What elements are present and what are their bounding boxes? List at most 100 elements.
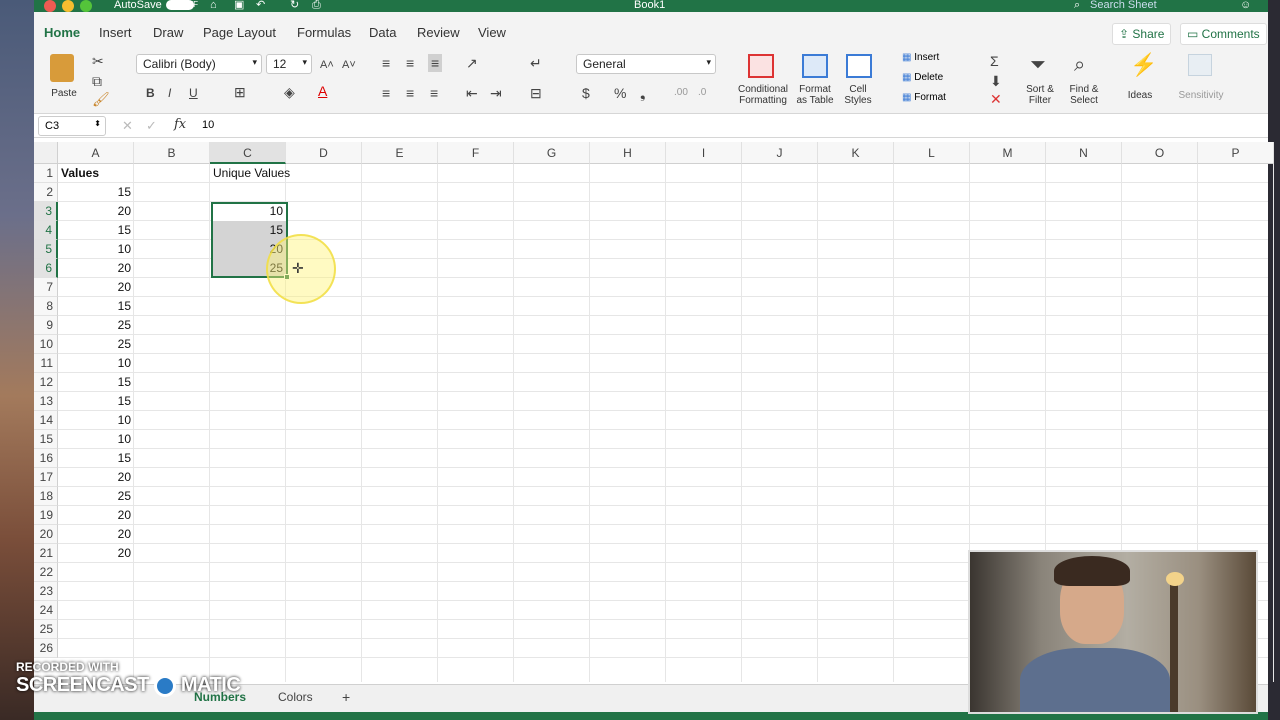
row-header-25[interactable]: 25 — [34, 620, 58, 639]
row-header-13[interactable]: 13 — [34, 392, 58, 411]
column-header-o[interactable]: O — [1122, 142, 1198, 164]
cell-a14[interactable]: 10 — [58, 411, 134, 430]
cell-a8[interactable]: 15 — [58, 297, 134, 316]
sensitivity-button[interactable]: Sensitivity — [1174, 52, 1228, 110]
cell-a11[interactable]: 10 — [58, 354, 134, 373]
column-header-e[interactable]: E — [362, 142, 438, 164]
row-header-24[interactable]: 24 — [34, 601, 58, 620]
row-header-22[interactable]: 22 — [34, 563, 58, 582]
row-header-17[interactable]: 17 — [34, 468, 58, 487]
copy-icon[interactable]: ⧉ — [92, 74, 102, 88]
add-sheet-button[interactable]: + — [342, 689, 350, 705]
tab-formulas[interactable]: Formulas — [297, 25, 351, 40]
fill-color-icon[interactable]: ◈ — [284, 85, 295, 99]
column-header-g[interactable]: G — [514, 142, 590, 164]
autosum-icon[interactable]: Σ — [990, 54, 999, 68]
save-icon[interactable]: ▣ — [234, 0, 244, 12]
find-select-button[interactable]: ⌕ Find & Select — [1064, 52, 1104, 110]
row-header-11[interactable]: 11 — [34, 354, 58, 373]
column-header-p[interactable]: P — [1198, 142, 1274, 164]
font-color-icon[interactable]: A — [318, 84, 327, 98]
column-header-a[interactable]: A — [58, 142, 134, 164]
tab-insert[interactable]: Insert — [99, 25, 132, 40]
cell-a9[interactable]: 25 — [58, 316, 134, 335]
bold-icon[interactable]: B — [146, 86, 155, 100]
percent-icon[interactable]: % — [614, 86, 626, 100]
row-header-21[interactable]: 21 — [34, 544, 58, 563]
cell-a4[interactable]: 15 — [58, 221, 134, 240]
cut-icon[interactable]: ✂ — [92, 54, 104, 68]
cell-c1[interactable]: Unique Values — [210, 164, 290, 183]
align-left-icon[interactable]: ≡ — [382, 86, 390, 100]
decrease-indent-icon[interactable]: ⇤ — [466, 86, 478, 100]
tab-home[interactable]: Home — [41, 25, 83, 50]
name-box[interactable]: C3 ⬍ — [38, 116, 106, 136]
align-right-icon[interactable]: ≡ — [430, 86, 438, 100]
merge-center-icon[interactable]: ⊟ — [530, 86, 542, 100]
cell-a7[interactable]: 20 — [58, 278, 134, 297]
align-middle-icon[interactable]: ≡ — [406, 56, 414, 70]
cell-c3[interactable]: 10 — [210, 202, 286, 221]
cell-a18[interactable]: 25 — [58, 487, 134, 506]
cell-a10[interactable]: 25 — [58, 335, 134, 354]
redo-icon[interactable]: ↻ — [290, 0, 299, 12]
column-header-l[interactable]: L — [894, 142, 970, 164]
cell-a12[interactable]: 15 — [58, 373, 134, 392]
row-header-9[interactable]: 9 — [34, 316, 58, 335]
ideas-button[interactable]: ⚡ Ideas — [1122, 52, 1158, 110]
column-header-b[interactable]: B — [134, 142, 210, 164]
row-header-2[interactable]: 2 — [34, 183, 58, 202]
column-header-h[interactable]: H — [590, 142, 666, 164]
column-header-c[interactable]: C — [210, 142, 286, 164]
row-header-23[interactable]: 23 — [34, 582, 58, 601]
format-as-table-button[interactable]: Format as Table — [792, 52, 838, 110]
sheet-tab-colors[interactable]: Colors — [278, 690, 313, 704]
close-window-icon[interactable] — [44, 0, 56, 12]
column-header-m[interactable]: M — [970, 142, 1046, 164]
align-center-icon[interactable]: ≡ — [406, 86, 414, 100]
format-cells-button[interactable]: ▦ Format — [902, 92, 968, 106]
cell-a5[interactable]: 10 — [58, 240, 134, 259]
row-header-20[interactable]: 20 — [34, 525, 58, 544]
row-header-4[interactable]: 4 — [34, 221, 58, 240]
tab-draw[interactable]: Draw — [153, 25, 183, 40]
font-name-select[interactable]: Calibri (Body) ▾ — [136, 54, 262, 74]
row-header-18[interactable]: 18 — [34, 487, 58, 506]
search-sheet-input[interactable]: Search Sheet — [1090, 0, 1157, 12]
sort-filter-button[interactable]: ⏷ Sort & Filter — [1020, 52, 1060, 110]
cell-a13[interactable]: 15 — [58, 392, 134, 411]
account-icon[interactable]: ☺ — [1240, 0, 1251, 12]
row-header-16[interactable]: 16 — [34, 449, 58, 468]
print-icon[interactable]: ⎙ — [312, 0, 321, 12]
row-header-8[interactable]: 8 — [34, 297, 58, 316]
minimize-window-icon[interactable] — [62, 0, 74, 12]
italic-icon[interactable]: I — [168, 86, 171, 100]
row-header-5[interactable]: 5 — [34, 240, 58, 259]
row-header-6[interactable]: 6 — [34, 259, 58, 278]
tab-page-layout[interactable]: Page Layout — [203, 25, 276, 40]
cell-c4[interactable]: 15 — [210, 221, 286, 240]
cell-a20[interactable]: 20 — [58, 525, 134, 544]
row-header-14[interactable]: 14 — [34, 411, 58, 430]
column-header-i[interactable]: I — [666, 142, 742, 164]
insert-function-icon[interactable]: fx — [174, 117, 186, 132]
formula-input[interactable]: 10 — [202, 119, 214, 131]
number-format-select[interactable]: General ▾ — [576, 54, 716, 74]
column-header-j[interactable]: J — [742, 142, 818, 164]
cell-a17[interactable]: 20 — [58, 468, 134, 487]
row-header-19[interactable]: 19 — [34, 506, 58, 525]
increase-font-icon[interactable]: A˄ — [320, 58, 334, 72]
fill-icon[interactable]: ⬇ — [990, 74, 1002, 88]
row-header-10[interactable]: 10 — [34, 335, 58, 354]
format-painter-icon[interactable]: 🖌 — [92, 92, 110, 106]
cancel-entry-icon[interactable]: ✕ — [122, 118, 133, 134]
tab-view[interactable]: View — [478, 25, 506, 40]
column-header-k[interactable]: K — [818, 142, 894, 164]
column-header-n[interactable]: N — [1046, 142, 1122, 164]
delete-cells-button[interactable]: ▦ Delete — [902, 72, 968, 86]
decrease-decimal-icon[interactable]: .0 — [698, 86, 706, 100]
clear-icon[interactable]: ✕ — [990, 92, 1002, 106]
decrease-font-icon[interactable]: A˅ — [342, 58, 356, 72]
currency-icon[interactable]: $ — [582, 86, 590, 100]
comments-button[interactable]: ▭ Comments — [1180, 23, 1267, 45]
